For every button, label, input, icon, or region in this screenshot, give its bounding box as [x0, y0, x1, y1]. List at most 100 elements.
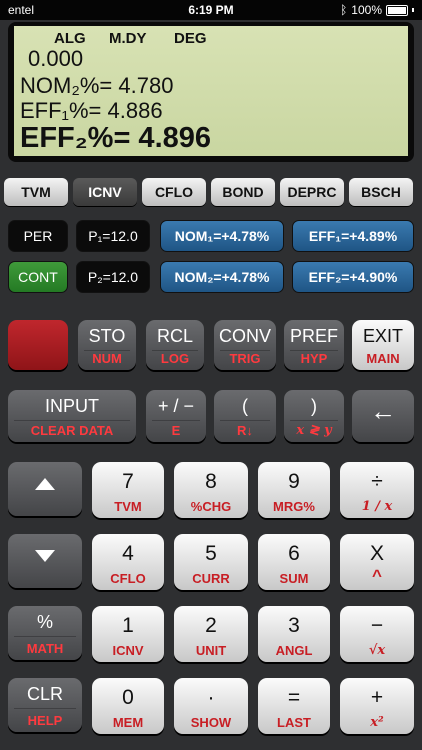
conv-label: CONV: [218, 326, 271, 346]
conv-button[interactable]: CONV TRIG: [214, 320, 276, 370]
key-2-label: 2: [205, 614, 217, 637]
annunciator-angle-mode: DEG: [174, 30, 207, 47]
multiply-label: X: [369, 542, 384, 565]
down-arrow-button[interactable]: [8, 534, 82, 588]
key-1[interactable]: 1 ICNV: [92, 606, 164, 662]
multiply-button[interactable]: X ^: [340, 534, 414, 590]
percent-button[interactable]: % MATH: [8, 606, 82, 660]
divide-button[interactable]: ÷ 1 / x: [340, 462, 414, 518]
percent-label: %: [36, 612, 53, 632]
tab-cflo[interactable]: CFLO: [142, 178, 206, 206]
key-2[interactable]: 2 UNIT: [174, 606, 248, 662]
key-6-shift-label: SUM: [279, 571, 309, 586]
paren-close-button[interactable]: ) x ≷ y: [284, 390, 344, 442]
rcl-label: RCL: [156, 326, 193, 346]
key-8[interactable]: 8 %CHG: [174, 462, 248, 518]
paren-open-shift-label: R↓: [237, 423, 253, 438]
per-button[interactable]: PER: [8, 220, 68, 252]
key-2-shift-label: UNIT: [195, 643, 227, 658]
rcl-shift-label: LOG: [160, 351, 190, 366]
percent-shift-label: MATH: [26, 641, 64, 656]
decimal-button[interactable]: · SHOW: [174, 678, 248, 734]
exit-button[interactable]: EXIT MAIN: [352, 320, 414, 370]
key-8-shift-label: %CHG: [190, 499, 232, 514]
tab-bond[interactable]: BOND: [211, 178, 275, 206]
cont-button[interactable]: CONT: [8, 261, 68, 293]
paren-close-shift-label: x ≷ y: [296, 423, 332, 438]
nom1-button[interactable]: NOM₁=+4.78%: [160, 220, 284, 252]
up-arrow-button[interactable]: [8, 462, 82, 516]
divide-label: ÷: [371, 470, 383, 493]
nom2-button[interactable]: NOM₂=+4.78%: [160, 261, 284, 293]
key-1-label: 1: [122, 614, 134, 637]
input-label: INPUT: [45, 396, 99, 416]
key-7-label: 7: [122, 470, 134, 493]
eff1-button[interactable]: EFF₁=+4.89%: [292, 220, 414, 252]
exit-label: EXIT: [362, 326, 403, 346]
conv-shift-label: TRIG: [229, 351, 261, 366]
paren-open-button[interactable]: ( R↓: [214, 390, 276, 442]
sign-label: + / −: [157, 396, 195, 416]
backspace-icon: ←: [370, 396, 396, 426]
key-7[interactable]: 7 TVM: [92, 462, 164, 518]
key-7-shift-label: TVM: [114, 499, 142, 514]
key-0-label: 0: [122, 686, 134, 709]
key-6[interactable]: 6 SUM: [258, 534, 330, 590]
sign-button[interactable]: + / − E: [146, 390, 206, 442]
annunciator-alg: ALG: [54, 30, 86, 47]
key-4-shift-label: CFLO: [110, 571, 146, 586]
display-line-4: EFF₂%= 4.896: [20, 122, 212, 154]
key-3-shift-label: ANGL: [275, 643, 313, 658]
key-4[interactable]: 4 CFLO: [92, 534, 164, 590]
exit-shift-label: MAIN: [366, 351, 400, 366]
key-9-label: 9: [288, 470, 300, 493]
minus-button[interactable]: − √x: [340, 606, 414, 662]
eff2-button[interactable]: EFF₂=+4.90%: [292, 261, 414, 293]
equals-button[interactable]: = LAST: [258, 678, 330, 734]
bluetooth-icon: ᛒ: [340, 3, 348, 17]
key-9-shift-label: MRG%: [273, 499, 315, 514]
battery-percent: 100%: [351, 3, 382, 17]
key-3-label: 3: [288, 614, 300, 637]
key-0[interactable]: 0 MEM: [92, 678, 164, 734]
battery-icon: [386, 4, 408, 16]
key-6-label: 6: [288, 542, 300, 565]
lcd-display: ALG M.DY DEG 0.000 NOM₂%= 4.780 EFF₁%= 4…: [14, 26, 408, 156]
backspace-button[interactable]: ←: [352, 390, 414, 442]
key-5[interactable]: 5 CURR: [174, 534, 248, 590]
clr-button[interactable]: CLR HELP: [8, 678, 82, 732]
multiply-shift-label: ^: [372, 566, 382, 585]
tab-tvm[interactable]: TVM: [4, 178, 68, 206]
equals-label: =: [287, 686, 301, 709]
plus-button[interactable]: + x²: [340, 678, 414, 734]
shift-button[interactable]: [8, 320, 68, 370]
input-shift-label: CLEAR DATA: [30, 423, 114, 438]
paren-open-label: (: [242, 396, 248, 416]
clr-label: CLR: [26, 684, 63, 704]
sto-shift-label: NUM: [92, 351, 122, 366]
key-0-shift-label: MEM: [112, 715, 144, 730]
p2-button[interactable]: P₂=12.0: [76, 261, 150, 293]
key-9[interactable]: 9 MRG%: [258, 462, 330, 518]
minus-label: −: [370, 614, 384, 637]
p1-button[interactable]: P₁=12.0: [76, 220, 150, 252]
clr-shift-label: HELP: [27, 713, 63, 728]
battery-nub-icon: [412, 8, 414, 12]
plus-label: +: [370, 686, 384, 709]
paren-close-label: ): [311, 396, 317, 416]
tab-deprc[interactable]: DEPRC: [280, 178, 344, 206]
display-line-1: 0.000: [28, 46, 84, 71]
minus-shift-label: √x: [368, 643, 386, 658]
input-button[interactable]: INPUT CLEAR DATA: [8, 390, 136, 442]
divide-shift-label: 1 / x: [361, 499, 393, 514]
tab-bsch[interactable]: BSCH: [349, 178, 413, 206]
sto-button[interactable]: STO NUM: [78, 320, 136, 370]
rcl-button[interactable]: RCL LOG: [146, 320, 204, 370]
pref-button[interactable]: PREF HYP: [284, 320, 344, 370]
tab-icnv[interactable]: ICNV: [73, 178, 137, 206]
decimal-label: ·: [207, 686, 215, 709]
key-8-label: 8: [205, 470, 217, 493]
equals-shift-label: LAST: [277, 715, 311, 730]
key-1-shift-label: ICNV: [112, 643, 144, 658]
key-3[interactable]: 3 ANGL: [258, 606, 330, 662]
